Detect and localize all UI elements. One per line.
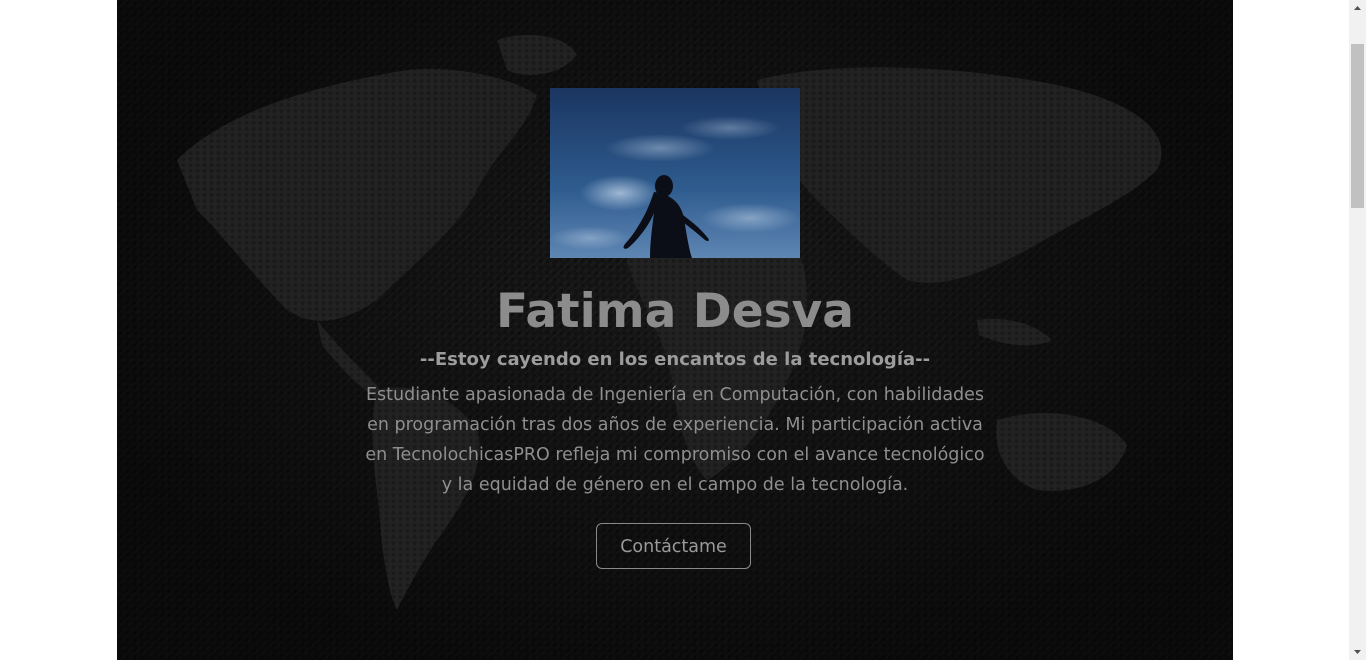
hero-section: Fatima Desva --Estoy cayendo en los enca… [117, 0, 1233, 660]
profile-bio: Estudiante apasionada de Ingeniería en C… [365, 385, 985, 495]
profile-photo [550, 88, 800, 258]
profile-name: Fatima Desva [496, 284, 854, 339]
profile-tagline: --Estoy cayendo en los encantos de la te… [419, 349, 931, 370]
contact-button[interactable]: Contáctame [596, 523, 751, 569]
vertical-scrollbar[interactable] [1349, 0, 1366, 660]
scrollbar-thumb[interactable] [1351, 44, 1364, 208]
page: Fatima Desva --Estoy cayendo en los enca… [0, 0, 1366, 660]
profile-photo-image [550, 88, 800, 258]
scroll-up-arrow-icon[interactable] [1349, 0, 1366, 17]
scroll-down-arrow-icon[interactable] [1349, 643, 1366, 660]
